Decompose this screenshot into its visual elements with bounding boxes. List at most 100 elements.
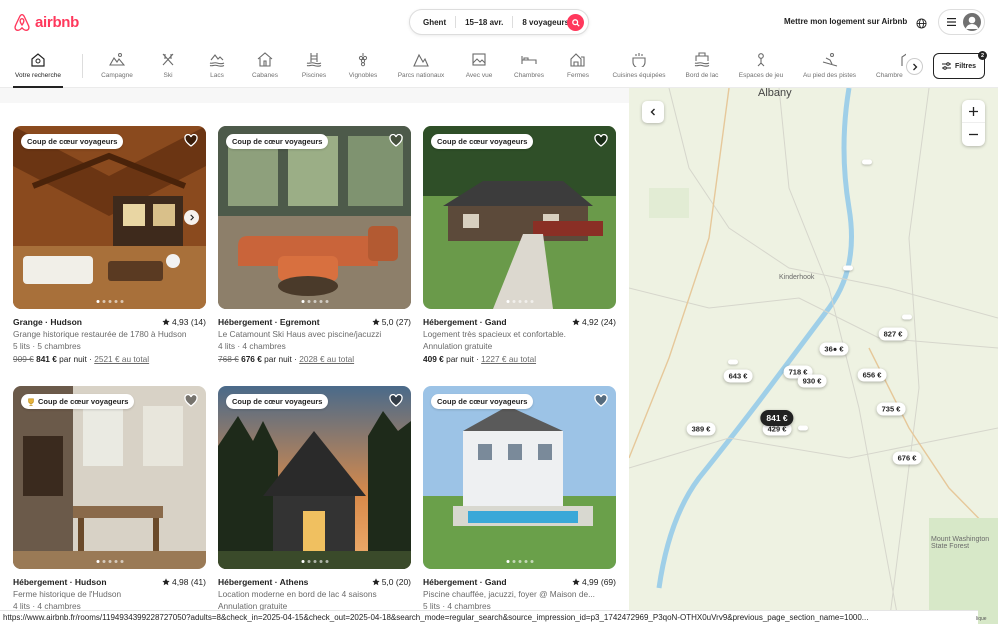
search-house-icon — [31, 53, 45, 67]
category-chambre[interactable]: Chambre — [876, 52, 906, 79]
map-price-pin[interactable]: 930 € — [797, 374, 827, 388]
ski-in-icon — [822, 53, 837, 67]
category-parcs-nationaux[interactable]: Parcs nationaux — [396, 52, 446, 79]
category-piscines[interactable]: Piscines — [301, 52, 327, 79]
map-price-pin-mini[interactable] — [728, 359, 738, 365]
language-button[interactable] — [916, 16, 927, 34]
house-exterior-image — [423, 126, 616, 309]
listing-total-link[interactable]: 2028 € au total — [299, 354, 354, 364]
listing-photo[interactable]: Coup de cœur voyageurs — [423, 386, 616, 569]
listing-photo[interactable]: Coup de cœur voyageurs — [423, 126, 616, 309]
category-label: Piscines — [301, 72, 327, 79]
listing-photo[interactable]: Coup de cœur voyageurs — [13, 126, 206, 309]
category-lacs[interactable]: Lacs — [205, 52, 229, 79]
listing-type: Hébergement — [423, 317, 478, 327]
map-price-pin-mini[interactable] — [843, 265, 853, 271]
photo-dots — [301, 300, 328, 303]
map-price-pin[interactable]: 36● € — [819, 342, 849, 356]
listing-card[interactable]: Coup de cœur voyageurs Hébergement · Gan… — [423, 126, 616, 364]
listing-description: Piscine chauffée, jacuzzi, foyer @ Maiso… — [423, 589, 595, 599]
wishlist-button[interactable] — [184, 133, 198, 152]
wishlist-button[interactable] — [594, 393, 608, 412]
listing-rating: 5,0 (27) — [372, 317, 411, 327]
minus-icon — [969, 133, 978, 136]
zoom-in-button[interactable] — [962, 100, 985, 123]
map-price-pin[interactable]: 676 € — [892, 451, 922, 465]
listing-title-row: Grange · Hudson 4,93 (14) — [13, 317, 206, 327]
category-cuisines[interactable]: Cuisines équipées — [611, 52, 667, 79]
guest-favorite-badge: Coup de cœur voyageurs — [431, 394, 534, 409]
wishlist-button[interactable] — [594, 133, 608, 152]
category-label: Ski — [163, 72, 173, 79]
listing-type: Hébergement — [423, 577, 478, 587]
map-price-pin[interactable]: 735 € — [876, 402, 906, 416]
category-votre-recherche[interactable]: Votre recherche — [13, 52, 63, 79]
search-bar[interactable]: Ghent 15–18 avr. 8 voyageurs — [409, 9, 589, 35]
listing-total-link[interactable]: 1227 € au total — [481, 354, 536, 364]
photo-dots — [506, 300, 533, 303]
photo-next-button[interactable] — [184, 210, 199, 225]
listing-card[interactable]: Coup de cœur voyageurs Hébergement · Ath… — [218, 386, 411, 611]
map-price-pin[interactable]: 389 € — [686, 422, 716, 436]
search-button[interactable] — [567, 14, 584, 31]
map-price-pin[interactable]: 656 € — [857, 368, 887, 382]
map-price-pin[interactable]: 827 € — [878, 327, 908, 341]
room-icon — [521, 56, 537, 64]
map-price-pin-mini[interactable] — [798, 425, 808, 431]
filters-button[interactable]: Filtres 2 — [933, 51, 987, 79]
category-vignobles[interactable]: Vignobles — [347, 52, 379, 79]
category-campagne[interactable]: Campagne — [100, 52, 134, 79]
category-avec-vue[interactable]: Avec vue — [464, 52, 494, 79]
categories-next-button[interactable] — [906, 58, 923, 75]
map-price-pin-mini[interactable] — [862, 159, 872, 165]
map-price-pin[interactable]: 643 € — [723, 369, 753, 383]
category-bord-de-lac[interactable]: Bord de lac — [684, 52, 720, 79]
listing-location: Athens — [279, 577, 309, 587]
wishlist-button[interactable] — [389, 133, 403, 152]
wishlist-button[interactable] — [184, 393, 198, 412]
category-cabanes[interactable]: Cabanes — [250, 52, 280, 79]
listing-card[interactable]: Coup de cœur voyageurs Hébergement · Egr… — [218, 126, 411, 364]
listing-location: Egremont — [279, 317, 320, 327]
map-panel[interactable]: Albany Kinderhook Mount Washington State… — [629, 88, 998, 624]
listing-photo[interactable]: Coup de cœur voyageurs — [218, 126, 411, 309]
map-attribution[interactable]: lique — [976, 616, 987, 622]
category-fermes[interactable]: Fermes — [566, 52, 590, 79]
listing-card[interactable]: Coup de cœur voyageurs Hébergement · Hud… — [13, 386, 206, 611]
cabin-icon — [257, 52, 273, 67]
search-dates[interactable]: 15–18 avr. — [456, 18, 512, 27]
airbnb-logo[interactable]: airbnb — [13, 13, 79, 32]
farm-icon — [570, 53, 585, 67]
lakefront-icon — [694, 52, 710, 67]
category-label: Chambre — [876, 72, 903, 79]
map-price-pin-selected[interactable]: 841 € — [760, 410, 794, 426]
listing-total-link[interactable]: 2521 € au total — [94, 354, 149, 364]
category-chambres[interactable]: Chambres — [512, 52, 546, 79]
category-label: Fermes — [566, 72, 590, 79]
listing-rating: 4,93 (14) — [162, 317, 206, 327]
user-menu-button[interactable] — [938, 9, 985, 35]
listing-type: Hébergement — [13, 577, 68, 587]
listing-card[interactable]: Coup de cœur voyageurs Hébergement · Gan… — [423, 386, 616, 611]
play-icon — [757, 53, 765, 67]
listing-title-row: Hébergement · Athens 5,0 (20) — [218, 577, 411, 587]
search-location[interactable]: Ghent — [410, 18, 455, 27]
zoom-out-button[interactable] — [962, 123, 985, 146]
heart-icon — [389, 133, 403, 147]
listing-photo[interactable]: Coup de cœur voyageurs — [218, 386, 411, 569]
category-au-pied-des-pistes[interactable]: Au pied des pistes — [801, 52, 858, 79]
map-collapse-button[interactable] — [642, 101, 664, 123]
plus-icon — [969, 106, 978, 116]
listing-location: Gand — [484, 577, 507, 587]
category-bar: Votre recherche Campagne Ski Lacs Cabane… — [0, 44, 998, 88]
lake-house-image — [218, 386, 411, 569]
category-ski[interactable]: Ski — [160, 52, 176, 79]
wishlist-button[interactable] — [389, 393, 403, 412]
listing-description: Grange historique restaurée de 1780 à Hu… — [13, 329, 187, 339]
listing-card[interactable]: Coup de cœur voyageurs Grange · Hudson 4… — [13, 126, 206, 364]
category-espaces-de-jeu[interactable]: Espaces de jeu — [738, 52, 784, 79]
listing-photo[interactable]: Coup de cœur voyageurs — [13, 386, 206, 569]
star-icon — [372, 318, 380, 326]
become-host-link[interactable]: Mettre mon logement sur Airbnb — [784, 17, 907, 26]
map-price-pin-mini[interactable] — [902, 314, 912, 320]
